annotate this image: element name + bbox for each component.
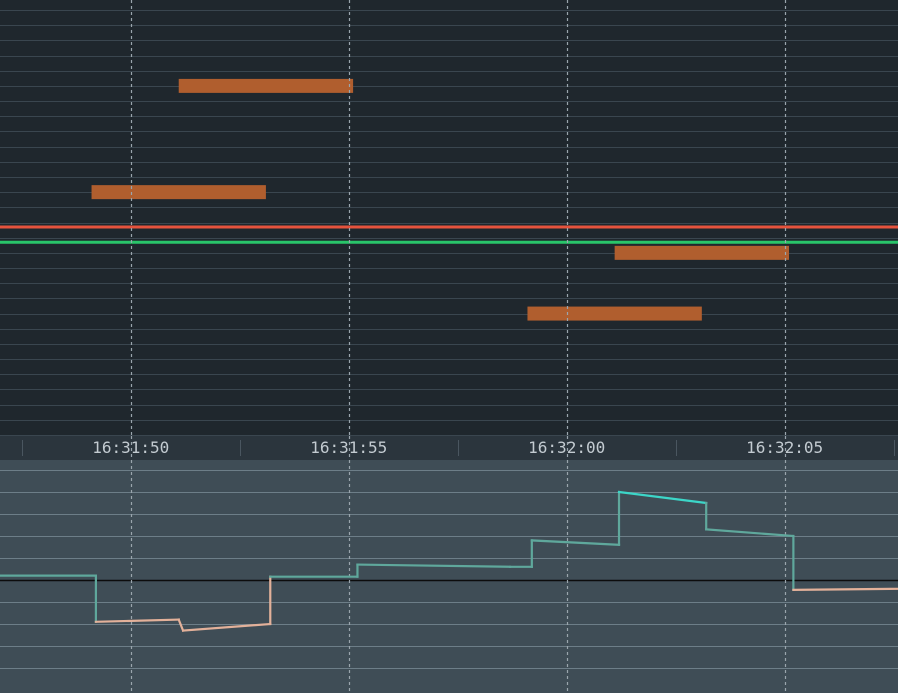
price-lines bbox=[0, 225, 898, 244]
step-segment bbox=[94, 618, 180, 623]
indicator-chart bbox=[0, 460, 898, 693]
step-series bbox=[0, 490, 898, 633]
time-tick-label: 16:31:50 bbox=[92, 438, 170, 457]
order-bar bbox=[91, 185, 266, 200]
time-tick-label: 16:32:05 bbox=[746, 438, 824, 457]
bottom-time-markers bbox=[130, 460, 787, 693]
step-segment bbox=[177, 618, 185, 633]
top-time-markers bbox=[130, 0, 787, 436]
order-bar bbox=[614, 245, 790, 260]
time-tick-label: 16:31:55 bbox=[310, 438, 388, 457]
step-segment bbox=[705, 528, 795, 538]
time-tick-label: 16:32:00 bbox=[528, 438, 606, 457]
bottom-gridlines bbox=[0, 470, 898, 669]
indicator-pane[interactable] bbox=[0, 460, 898, 693]
order-bar bbox=[527, 306, 702, 321]
step-segment bbox=[356, 563, 512, 568]
step-segment bbox=[617, 490, 708, 505]
chart-app: 16:31:50 16:31:55 16:32:00 16:32:05 bbox=[0, 0, 898, 693]
step-segment bbox=[792, 587, 898, 592]
order-book-chart bbox=[0, 0, 898, 436]
order-bars bbox=[91, 78, 790, 321]
order-bar bbox=[178, 78, 354, 93]
top-gridlines bbox=[0, 10, 898, 436]
step-segment bbox=[530, 539, 621, 546]
order-book-pane[interactable] bbox=[0, 0, 898, 436]
time-axis[interactable]: 16:31:50 16:31:55 16:32:00 16:32:05 bbox=[0, 436, 898, 460]
